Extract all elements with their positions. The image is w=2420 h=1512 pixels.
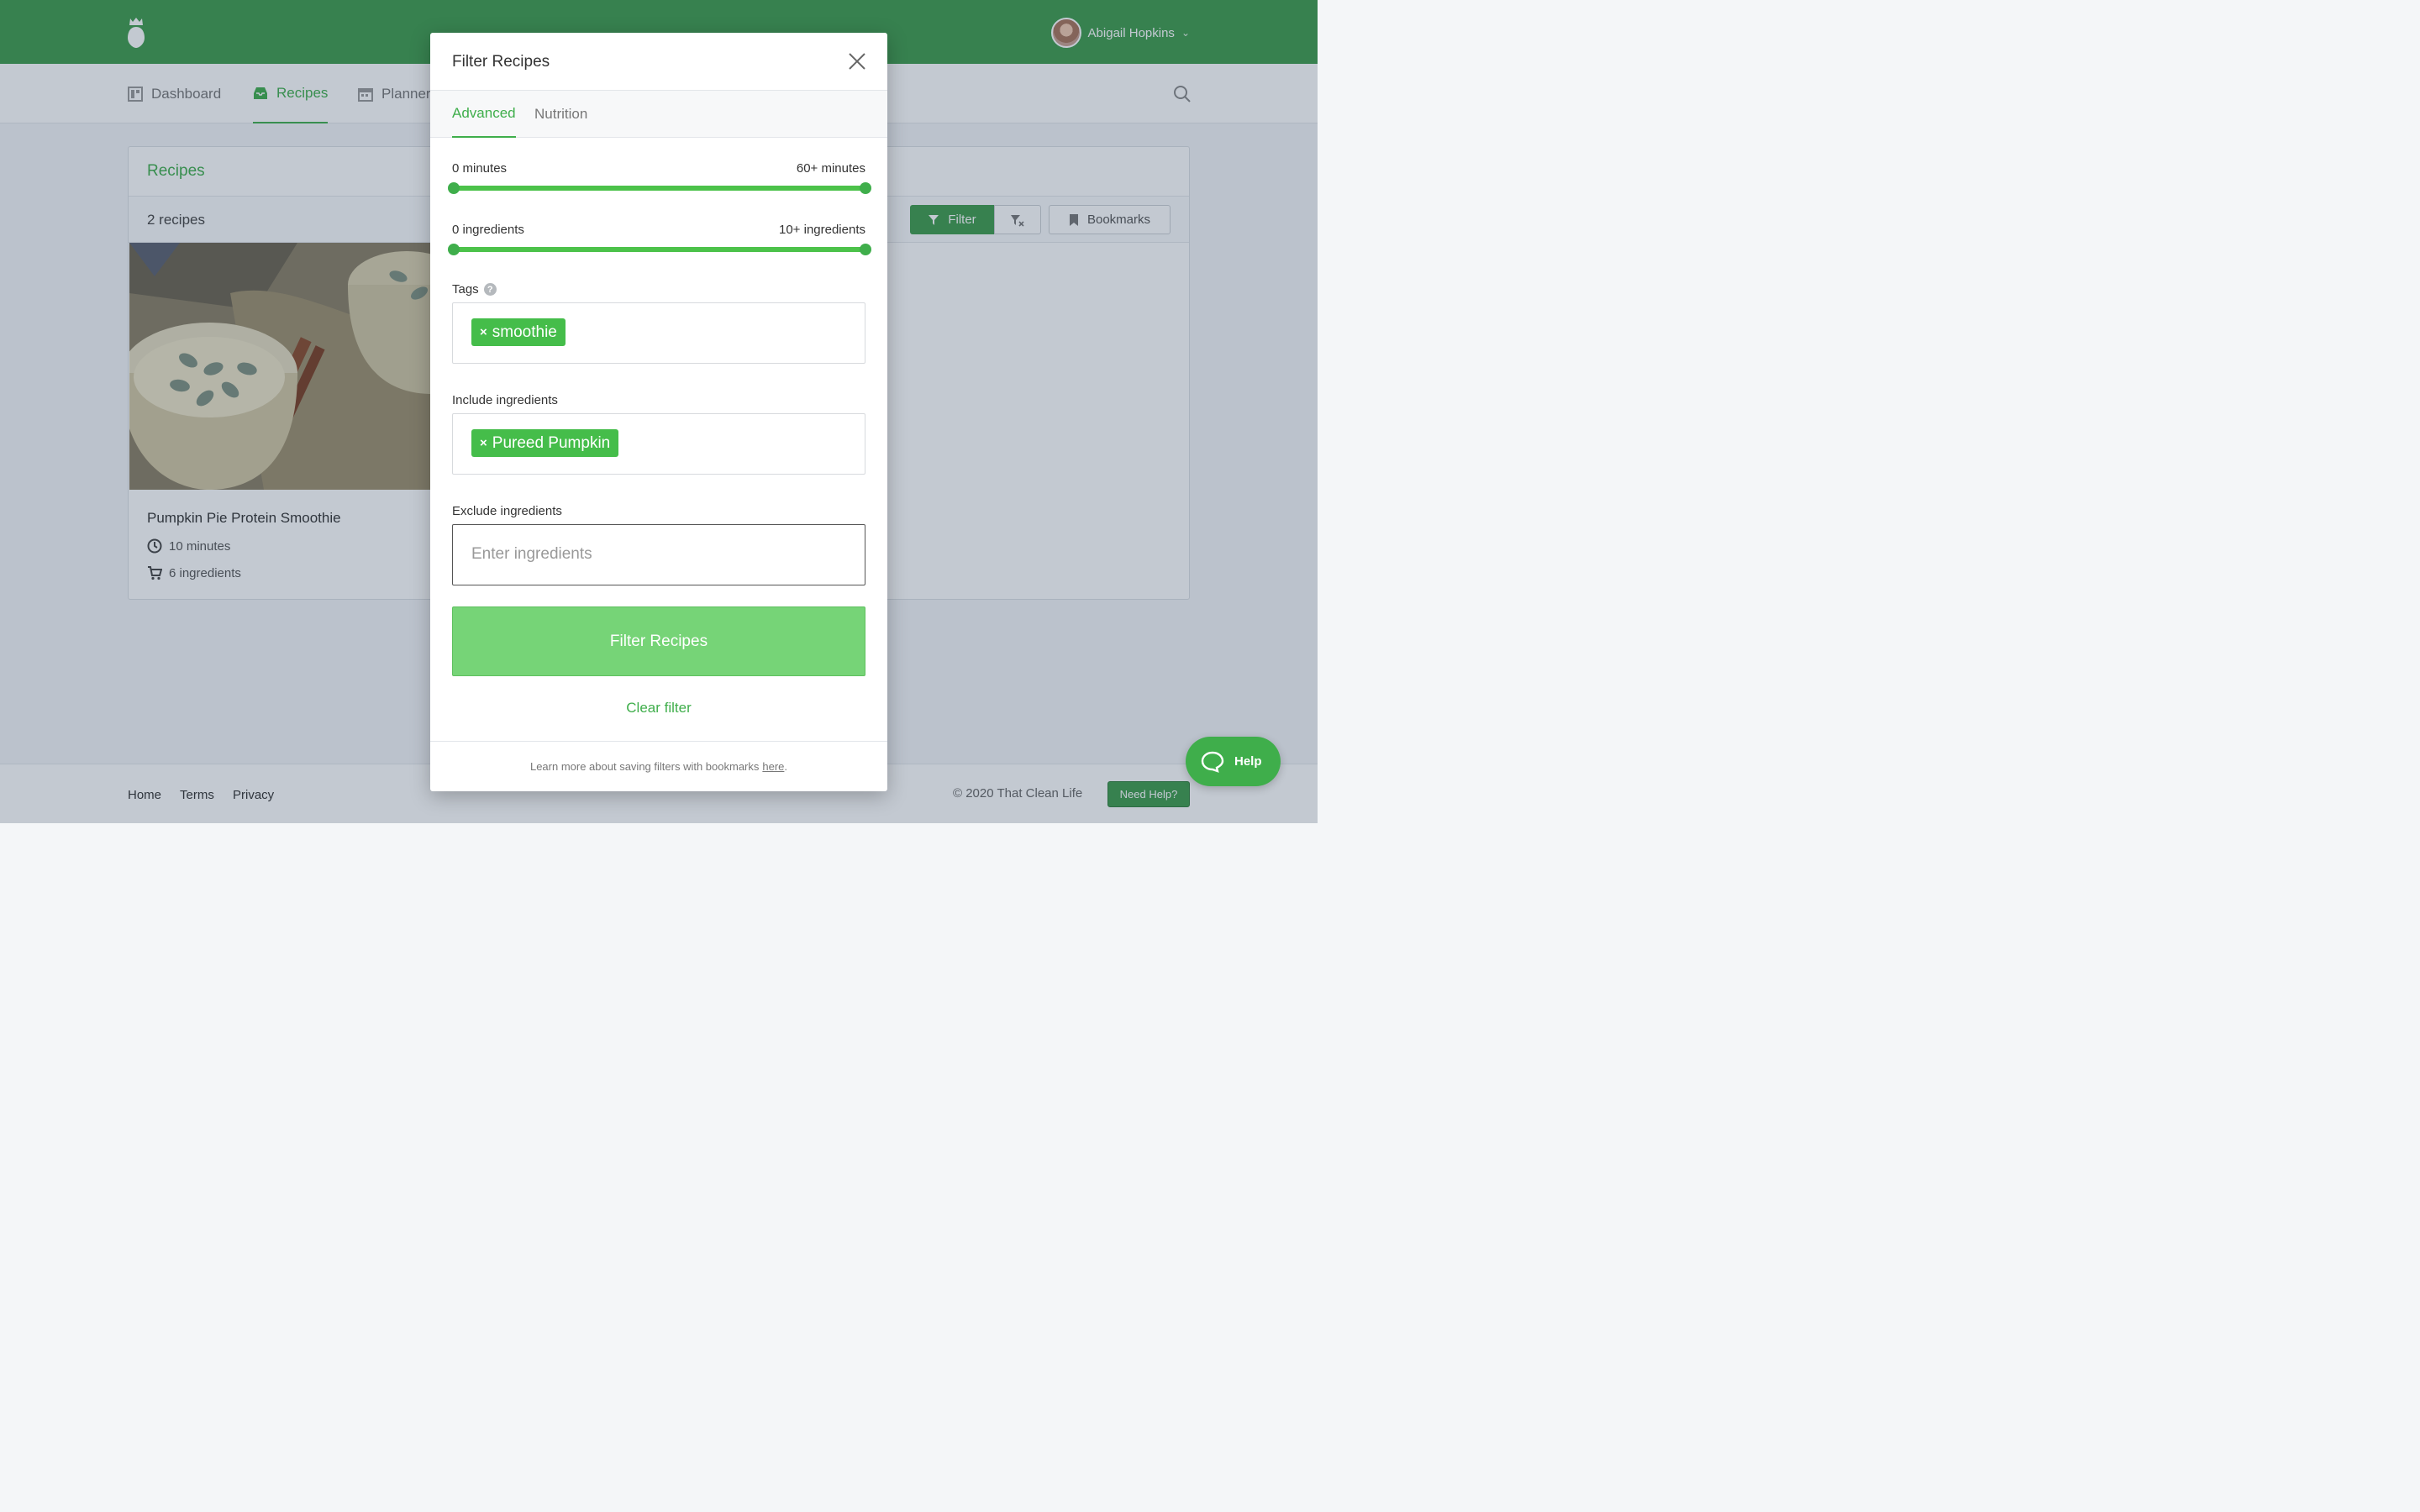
modal-header: Filter Recipes [430, 33, 887, 91]
ingredient-range-slider[interactable] [448, 244, 871, 255]
time-range-labels: 0 minutes 60+ minutes [452, 161, 865, 176]
exclude-ingredients-input[interactable]: Enter ingredients [452, 524, 865, 585]
ingredient-max-label: 10+ ingredients [779, 223, 865, 237]
include-label: Include ingredients [452, 393, 558, 407]
ingredient-chip: × Pureed Pumpkin [471, 429, 619, 457]
filter-recipes-button[interactable]: Filter Recipes [452, 606, 865, 676]
include-ingredients-input[interactable]: × Pureed Pumpkin [452, 413, 865, 475]
ingredient-chip-label: Pureed Pumpkin [492, 433, 611, 452]
time-max-label: 60+ minutes [796, 161, 865, 176]
time-min-label: 0 minutes [452, 161, 508, 176]
tag-chip: × smoothie [471, 318, 566, 346]
time-range-slider[interactable] [448, 182, 871, 194]
modal-tabs: Advanced Nutrition [430, 91, 887, 138]
footer-info-text: Learn more about saving filters with boo… [529, 760, 760, 773]
modal-title: Filter Recipes [452, 53, 550, 71]
exclude-label: Exclude ingredients [452, 504, 562, 518]
tag-chip-label: smoothie [492, 323, 557, 341]
remove-icon[interactable]: × [480, 436, 487, 450]
tags-label-text: Tags [452, 282, 479, 297]
filter-modal: Filter Recipes Advanced Nutrition 0 minu… [430, 33, 887, 791]
clear-filter-link-text[interactable]: Clear filter [626, 700, 691, 716]
tags-input[interactable]: × smoothie [452, 302, 865, 364]
clear-filter-link: Clear filter [430, 700, 887, 717]
tags-label: Tags ? [452, 282, 497, 297]
ingredient-range-labels: 0 ingredients 10+ ingredients [452, 223, 865, 237]
modal-footer: Learn more about saving filters with boo… [430, 741, 887, 791]
exclude-placeholder: Enter ingredients [471, 545, 592, 563]
help-icon[interactable]: ? [483, 283, 497, 296]
ingredient-max-handle[interactable] [860, 244, 871, 255]
help-label: Help [1234, 754, 1262, 769]
tab-nutrition[interactable]: Nutrition [534, 91, 587, 138]
time-max-handle[interactable] [860, 182, 871, 194]
tab-advanced[interactable]: Advanced [452, 91, 516, 138]
ingredient-min-handle[interactable] [448, 244, 460, 255]
close-icon[interactable] [847, 51, 867, 71]
help-chat-button[interactable]: Help [1186, 737, 1281, 786]
bookmarks-help-link[interactable]: here [762, 760, 784, 773]
ingredient-min-label: 0 ingredients [452, 223, 524, 237]
chat-bubble-icon [1201, 751, 1224, 773]
remove-icon[interactable]: × [480, 325, 487, 339]
time-min-handle[interactable] [448, 182, 460, 194]
footer-period: . [784, 760, 788, 773]
